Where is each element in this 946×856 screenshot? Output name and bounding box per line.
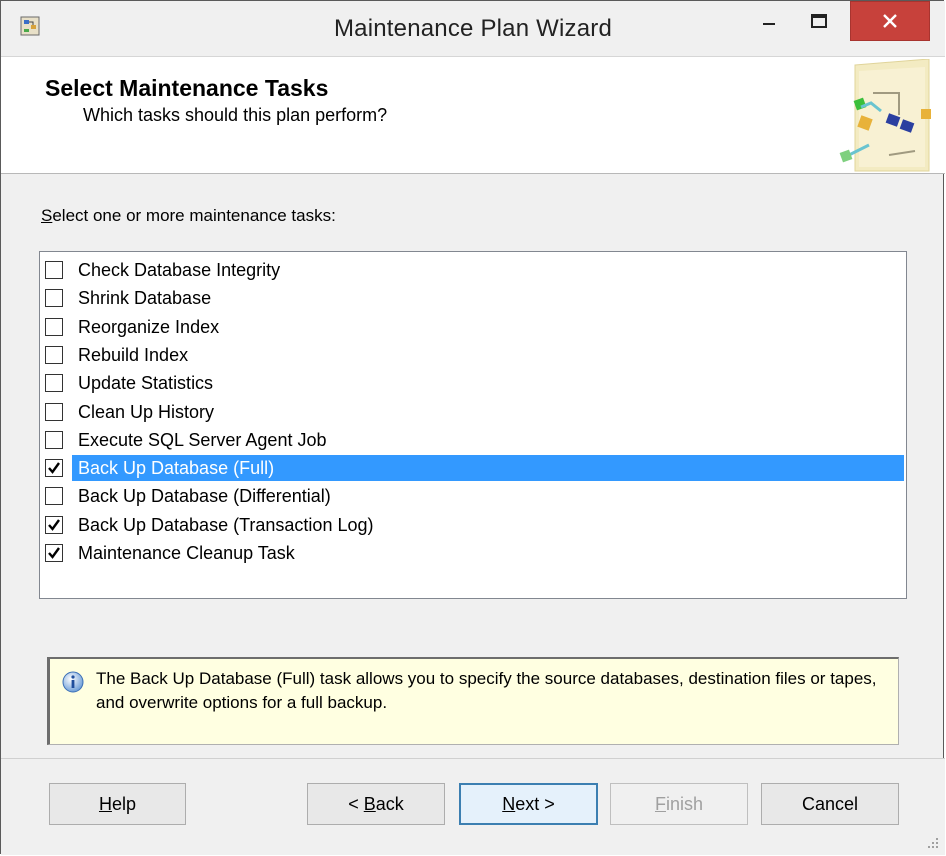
instructions-accelerator: S (41, 206, 53, 225)
checkmark-icon (48, 547, 60, 559)
task-row[interactable]: Back Up Database (Differential) (40, 482, 906, 510)
back-button[interactable]: < Back (307, 783, 445, 825)
wizard-flow-graphic (819, 58, 945, 173)
task-checkbox[interactable] (45, 487, 63, 506)
button-bar: Help < Back Next > Finish Cancel (1, 758, 945, 855)
task-label: Back Up Database (Differential) (78, 486, 331, 507)
cancel-button[interactable]: Cancel (761, 783, 899, 825)
task-checkbox[interactable] (45, 317, 63, 336)
minimize-button[interactable] (746, 1, 792, 41)
task-checkbox[interactable] (45, 515, 63, 534)
task-row[interactable]: Update Statistics (40, 369, 906, 397)
close-icon (883, 14, 897, 28)
back-accelerator: B (363, 794, 376, 814)
finish-button[interactable]: Finish (610, 783, 748, 825)
help-button[interactable]: Help (49, 783, 186, 825)
task-checkbox[interactable] (45, 544, 63, 562)
instructions-text: elect one or more maintenance tasks: (52, 206, 336, 225)
task-label: Shrink Database (78, 288, 212, 309)
title-bar: Maintenance Plan Wizard (1, 1, 945, 56)
page-title: Select Maintenance Tasks (45, 75, 329, 101)
task-row[interactable]: Shrink Database (40, 284, 906, 312)
task-checkbox[interactable] (45, 345, 63, 364)
task-row[interactable]: Clean Up History (40, 398, 906, 426)
checkmark-icon (48, 518, 60, 531)
help-accelerator: H (98, 794, 112, 814)
task-row[interactable]: Maintenance Cleanup Task (40, 539, 906, 567)
task-label: Maintenance Cleanup Task (78, 543, 295, 563)
task-label: Back Up Database (Transaction Log) (78, 514, 374, 535)
task-row[interactable]: Back Up Database (Transaction Log) (40, 511, 906, 539)
task-label: Update Statistics (78, 373, 214, 394)
finish-accelerator: F (654, 794, 666, 814)
info-icon (62, 671, 84, 693)
task-row[interactable]: Check Database Integrity (40, 256, 906, 284)
maximize-icon (811, 14, 827, 28)
help-label: elp (111, 794, 137, 814)
task-checkbox[interactable] (45, 459, 63, 478)
next-accelerator: N (502, 794, 516, 814)
minimize-icon (763, 23, 775, 25)
task-label: Reorganize Index (78, 316, 220, 337)
wizard-window: Maintenance Plan Wizard Select Maintenan… (0, 0, 945, 855)
finish-label: inish (665, 794, 704, 814)
task-checkbox[interactable] (45, 289, 63, 308)
task-checkbox[interactable] (45, 430, 63, 449)
next-label: ext > (515, 794, 555, 814)
task-label: Back Up Database (Full) (72, 455, 904, 482)
maintenance-task-list[interactable]: Check Database Integrity Shrink Database R… (39, 251, 907, 599)
task-list-instructions: Select one or more maintenance tasks: (41, 206, 336, 226)
task-label: Check Database Integrity (78, 260, 281, 280)
task-label: Clean Up History (78, 401, 215, 422)
task-row[interactable]: Back Up Database (Full) (40, 454, 906, 482)
task-description-text: The Back Up Database (Full) task allows … (96, 669, 877, 712)
task-row[interactable]: Rebuild Index (40, 341, 906, 369)
next-button[interactable]: Next > (459, 783, 598, 825)
page-subtitle: Which tasks should this plan perform? (83, 105, 388, 125)
close-button[interactable] (850, 1, 930, 41)
resize-grip[interactable] (925, 835, 939, 849)
wizard-header: Select Maintenance Tasks Which tasks sho… (1, 56, 945, 174)
task-label: Execute SQL Server Agent Job (78, 429, 327, 450)
task-row[interactable]: Execute SQL Server Agent Job (40, 426, 906, 454)
task-checkbox[interactable] (45, 374, 63, 393)
task-description-box: The Back Up Database (Full) task allows … (47, 657, 899, 745)
task-row[interactable]: Reorganize Index (40, 313, 906, 341)
back-prefix: < (348, 794, 364, 814)
maximize-button[interactable] (796, 1, 842, 41)
checkmark-icon (48, 462, 60, 475)
task-label: Rebuild Index (78, 344, 189, 365)
task-checkbox[interactable] (45, 402, 63, 421)
task-checkbox[interactable] (45, 261, 63, 279)
back-label: ack (375, 794, 404, 814)
